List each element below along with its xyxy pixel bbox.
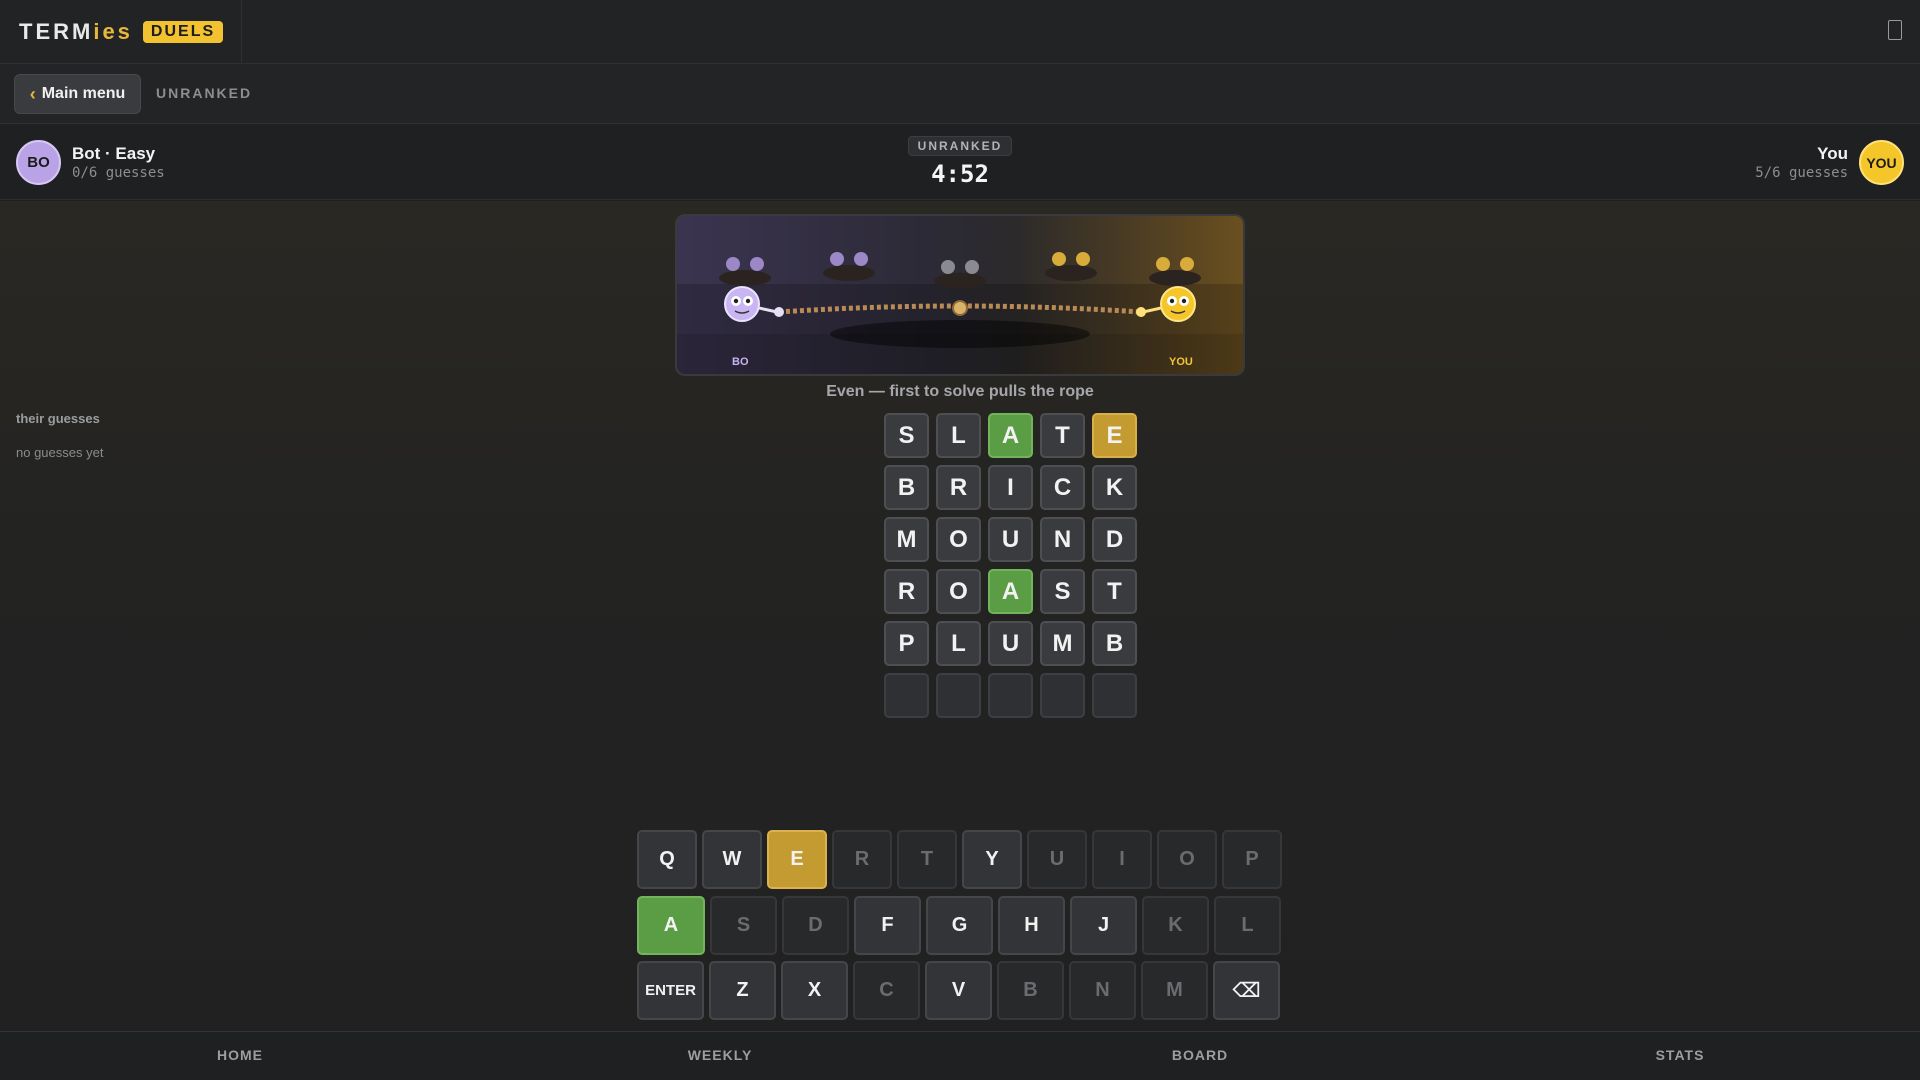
backspace-key[interactable]: ⌫ <box>1213 961 1280 1020</box>
nav-home[interactable]: HOME <box>140 1047 340 1063</box>
board-tile: O <box>936 517 981 562</box>
key-f[interactable]: F <box>854 896 921 955</box>
board-tile: S <box>884 413 929 458</box>
mode-badge: UNRANKED <box>908 136 1012 156</box>
chevron-left-icon: ‹ <box>29 83 36 104</box>
key-x[interactable]: X <box>781 961 848 1020</box>
key-z[interactable]: Z <box>709 961 776 1020</box>
key-w[interactable]: W <box>702 830 762 889</box>
brand[interactable]: TERMies DUELS <box>0 0 242 63</box>
board-tile: U <box>988 517 1033 562</box>
key-o[interactable]: O <box>1157 830 1217 889</box>
key-u[interactable]: U <box>1027 830 1087 889</box>
key-a[interactable]: A <box>637 896 705 955</box>
key-l[interactable]: L <box>1214 896 1281 955</box>
board-tile: O <box>936 569 981 614</box>
tug-of-war-scene: BO YOU <box>675 214 1245 376</box>
board-tile: T <box>1092 569 1137 614</box>
nav-stats[interactable]: STATS <box>1580 1047 1780 1063</box>
key-g[interactable]: G <box>926 896 993 955</box>
board-tile: L <box>936 413 981 458</box>
board-tile: C <box>1040 465 1085 510</box>
board-tile: S <box>1040 569 1085 614</box>
key-k[interactable]: K <box>1142 896 1209 955</box>
key-p[interactable]: P <box>1222 830 1282 889</box>
enter-key[interactable]: ENTER <box>637 961 704 1020</box>
key-h[interactable]: H <box>998 896 1065 955</box>
duels-badge: DUELS <box>142 20 224 43</box>
board-tile: I <box>988 465 1033 510</box>
board-tile: D <box>1092 517 1137 562</box>
board-tile: A <box>988 569 1033 614</box>
scene-label-player: YOU <box>1169 356 1193 368</box>
key-r[interactable]: R <box>832 830 892 889</box>
board-tile: T <box>1040 413 1085 458</box>
players-bar: BO Bot · Easy 0/6 guesses UNRANKED 4:52 … <box>0 125 1920 200</box>
board-tile: B <box>1092 621 1137 666</box>
board-tile: E <box>1092 413 1137 458</box>
board-tile: N <box>1040 517 1085 562</box>
sub-bar: ‹ Main menu UNRANKED <box>0 64 1920 124</box>
board-tile: P <box>884 621 929 666</box>
opponent-guesses-title: their guesses <box>16 411 100 426</box>
player-avatar: YOU <box>1859 140 1904 185</box>
board-tile: M <box>1040 621 1085 666</box>
board-tile <box>988 673 1033 718</box>
key-m[interactable]: M <box>1141 961 1208 1020</box>
key-n[interactable]: N <box>1069 961 1136 1020</box>
key-c[interactable]: C <box>853 961 920 1020</box>
board-tile <box>1092 673 1137 718</box>
opponent-guess-count: 0/6 guesses <box>72 165 165 181</box>
key-s[interactable]: S <box>710 896 777 955</box>
player-name: You <box>1817 144 1848 163</box>
top-bar: TERMies DUELS <box>0 0 1920 64</box>
key-b[interactable]: B <box>997 961 1064 1020</box>
bottom-nav: HOME WEEKLY BOARD STATS <box>0 1031 1920 1080</box>
main-menu-label: Main menu <box>41 85 126 102</box>
key-y[interactable]: Y <box>962 830 1022 889</box>
tug-of-war-illustration <box>677 252 1243 374</box>
board-tile: A <box>988 413 1033 458</box>
key-q[interactable]: Q <box>637 830 697 889</box>
match-status: Even — first to solve pulls the rope <box>826 383 1094 400</box>
board-tile: K <box>1092 465 1137 510</box>
main-menu-button[interactable]: ‹ Main menu <box>14 74 141 114</box>
board-tile <box>1040 673 1085 718</box>
key-v[interactable]: V <box>925 961 992 1020</box>
brand-logo: TERMies <box>19 18 133 44</box>
key-e[interactable]: E <box>767 830 827 889</box>
opponent-name: Bot · Easy <box>72 144 156 163</box>
key-j[interactable]: J <box>1070 896 1137 955</box>
match-timer: 4:52 <box>931 160 989 188</box>
nav-board[interactable]: BOARD <box>1100 1047 1300 1063</box>
board-tile <box>884 673 929 718</box>
mode-label: UNRANKED <box>156 85 253 101</box>
board-tile: B <box>884 465 929 510</box>
board-tile: R <box>936 465 981 510</box>
board-tile: L <box>936 621 981 666</box>
player-guess-count: 5/6 guesses <box>1755 165 1848 181</box>
board-tile: U <box>988 621 1033 666</box>
board-tile: R <box>884 569 929 614</box>
opponent-avatar: BO <box>16 140 61 185</box>
key-d[interactable]: D <box>782 896 849 955</box>
key-t[interactable]: T <box>897 830 957 889</box>
nav-weekly[interactable]: WEEKLY <box>620 1047 820 1063</box>
device-icon[interactable] <box>1888 20 1902 40</box>
board-tile: M <box>884 517 929 562</box>
key-i[interactable]: I <box>1092 830 1152 889</box>
scene-label-opponent: BO <box>732 356 749 368</box>
opponent-guesses-empty: no guesses yet <box>16 445 104 460</box>
board-tile <box>936 673 981 718</box>
